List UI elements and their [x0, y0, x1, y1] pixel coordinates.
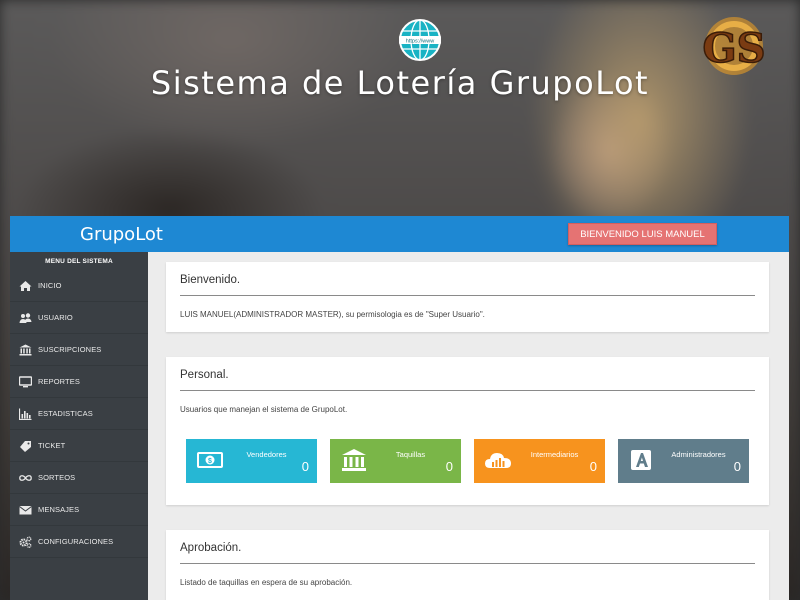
divider: [180, 295, 755, 296]
divider: [180, 390, 755, 391]
sidebar-item-label: SUSCRIPCIONES: [38, 345, 102, 354]
sidebar-item-label: CONFIGURACIONES: [38, 537, 114, 546]
approval-card: Aprobación. Listado de taquillas en espe…: [166, 530, 769, 600]
stat-label: Vendedores: [246, 450, 287, 459]
brand-name[interactable]: GrupoLot: [80, 224, 163, 245]
cogs-icon: [19, 536, 32, 548]
home-icon: [19, 280, 32, 291]
globe-logo-text: https://www: [406, 39, 434, 45]
sidebar-item-usuario[interactable]: USUARIO: [10, 302, 148, 334]
sidebar-item-inicio[interactable]: INICIO: [10, 270, 148, 302]
sidebar-item-sorteos[interactable]: SORTEOS: [10, 462, 148, 494]
sidebar-item-ticket[interactable]: TICKET: [10, 430, 148, 462]
stat-vendedores[interactable]: $ Vendedores 0: [186, 439, 317, 483]
stat-intermediarios[interactable]: Intermediarios 0: [474, 439, 605, 483]
welcome-user-button[interactable]: BIENVENIDO LUIS MANUEL: [568, 223, 717, 245]
stat-label: Intermediarios: [530, 450, 579, 459]
site-title: Sistema de Lotería GrupoLot: [150, 64, 650, 102]
card-title: Bienvenido.: [180, 274, 241, 286]
sidebar-item-label: TICKET: [38, 441, 66, 450]
stat-value: 0: [445, 459, 453, 474]
monitor-icon: [19, 375, 32, 387]
sidebar-item-mensajes[interactable]: MENSAJES: [10, 494, 148, 526]
stat-label: Administradores: [671, 450, 726, 459]
approval-text: Listado de taquillas en espera de su apr…: [180, 578, 353, 587]
sidebar-item-label: INICIO: [38, 281, 62, 290]
personal-text: Usuarios que manejan el sistema de Grupo…: [180, 405, 348, 414]
money-icon: $: [197, 452, 223, 468]
letter-a-icon: [631, 450, 651, 470]
divider: [180, 563, 755, 564]
card-title: Personal.: [180, 369, 229, 381]
sidebar-item-label: USUARIO: [38, 313, 73, 322]
sidebar-item-label: ESTADISTICAS: [38, 409, 93, 418]
sidebar-item-configuraciones[interactable]: CONFIGURACIONES: [10, 526, 148, 558]
bank-icon: [342, 449, 366, 471]
main-content: Bienvenido. LUIS MANUEL(ADMINISTRADOR MA…: [148, 252, 789, 600]
globe-www-logo: https://www: [399, 19, 441, 61]
sidebar: MENU DEL SISTEMA INICIO USUARIO SUSCRIPC…: [10, 252, 148, 600]
sidebar-item-label: REPORTES: [38, 377, 80, 386]
personal-card: Personal. Usuarios que manejan el sistem…: [166, 357, 769, 505]
stat-value: 0: [733, 459, 741, 474]
sidebar-item-label: MENSAJES: [38, 505, 80, 514]
sidebar-item-suscripciones[interactable]: SUSCRIPCIONES: [10, 334, 148, 366]
sidebar-item-reportes[interactable]: REPORTES: [10, 366, 148, 398]
card-title: Aprobación.: [180, 542, 242, 554]
stat-label: Taquillas: [395, 450, 426, 459]
top-bar: GrupoLot BIENVENIDO LUIS MANUEL: [10, 216, 789, 252]
welcome-card: Bienvenido. LUIS MANUEL(ADMINISTRADOR MA…: [166, 262, 769, 332]
stat-administradores[interactable]: Administradores 0: [618, 439, 749, 483]
stat-value: 0: [301, 459, 309, 474]
ticket-icon: [20, 440, 31, 452]
infinity-icon: [19, 474, 32, 481]
bar-chart-icon: [19, 408, 32, 420]
envelope-icon: [19, 505, 32, 514]
app-window: GrupoLot BIENVENIDO LUIS MANUEL MENU DEL…: [10, 216, 789, 600]
users-icon: [19, 312, 32, 323]
welcome-text: LUIS MANUEL(ADMINISTRADOR MASTER), su pe…: [180, 310, 485, 319]
cloud-chart-icon: [485, 453, 511, 468]
bank-icon: [19, 344, 32, 355]
svg-text:$: $: [208, 458, 212, 465]
sidebar-item-estadisticas[interactable]: ESTADISTICAS: [10, 398, 148, 430]
stat-value: 0: [589, 459, 597, 474]
sidebar-item-label: SORTEOS: [38, 473, 76, 482]
stat-taquillas[interactable]: Taquillas 0: [330, 439, 461, 483]
menu-header: MENU DEL SISTEMA: [45, 258, 113, 265]
